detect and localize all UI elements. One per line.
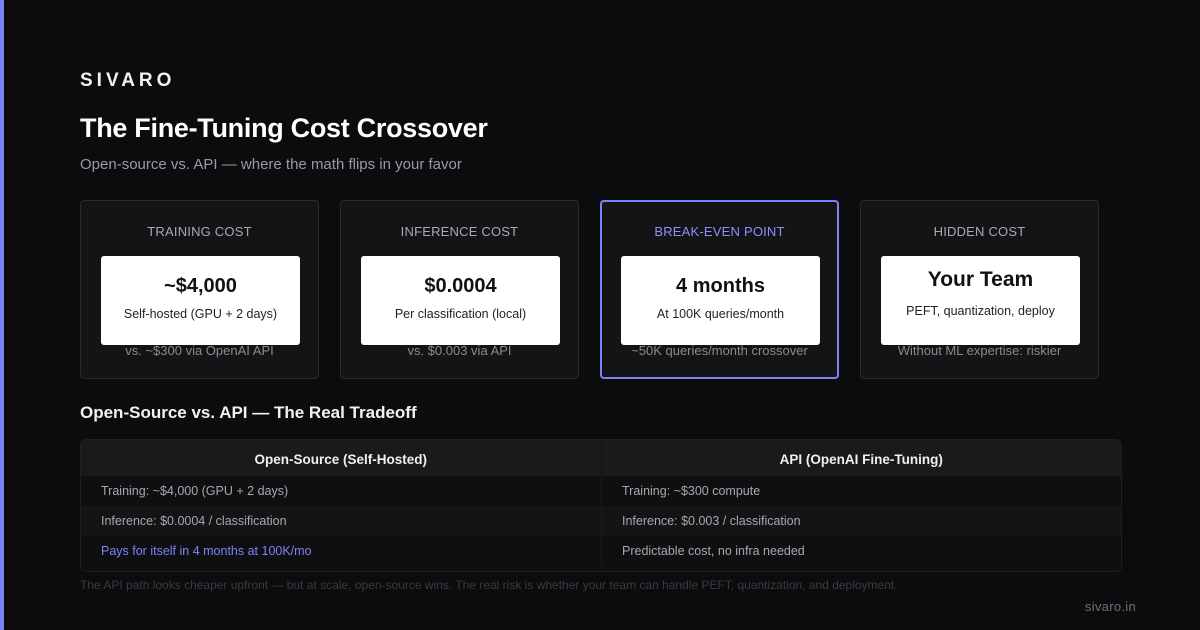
card-value-box: 4 months At 100K queries/month [621,256,820,345]
table-cell: Training: ~$300 compute [601,476,1121,506]
table-row: Pays for itself in 4 months at 100K/mo P… [81,536,1121,566]
card-value: ~$4,000 [164,275,237,297]
table-cell: Inference: $0.003 / classification [601,506,1121,536]
card-value-box: $0.0004 Per classification (local) [361,256,560,345]
table-cell: Predictable cost, no infra needed [601,536,1121,566]
brand-logo: SIVARO [80,70,176,91]
comparison-table: Open-Source (Self-Hosted) API (OpenAI Fi… [80,439,1122,572]
table-header: Open-Source (Self-Hosted) API (OpenAI Fi… [81,440,1121,476]
card-note: vs. $0.003 via API [407,343,512,358]
card-value-box: Your Team PEFT, quantization, deploy [881,256,1080,345]
card-value-box: ~$4,000 Self-hosted (GPU + 2 days) [101,256,300,345]
card-break-even-point: BREAK-EVEN POINT 4 months At 100K querie… [600,200,839,379]
card-label: INFERENCE COST [400,224,519,239]
card-inference-cost: INFERENCE COST $0.0004 Per classificatio… [340,200,579,379]
card-note: ~50K queries/month crossover [631,343,808,358]
card-label: BREAK-EVEN POINT [654,224,785,239]
table-row: Inference: $0.0004 / classification Infe… [81,506,1121,536]
card-training-cost: TRAINING COST ~$4,000 Self-hosted (GPU +… [80,200,319,379]
column-header-api: API (OpenAI Fine-Tuning) [600,440,1122,476]
card-value: Your Team [927,268,1034,291]
card-value: 4 months [676,275,765,297]
card-description: PEFT, quantization, deploy [906,304,1055,318]
table-cell: Training: ~$4,000 (GPU + 2 days) [101,484,289,498]
footnote: The API path looks cheaper upfront — but… [80,578,898,592]
card-hidden-cost: HIDDEN COST Your Team PEFT, quantization… [860,200,1099,379]
table-cell: Inference: $0.0004 / classification [101,514,287,528]
card-description: At 100K queries/month [656,307,785,321]
card-label: TRAINING COST [147,224,252,239]
card-description: Per classification (local) [394,307,527,321]
card-description: Self-hosted (GPU + 2 days) [123,307,278,321]
column-header-open-source: Open-Source (Self-Hosted) [254,452,427,467]
page-title: The Fine-Tuning Cost Crossover [80,113,488,143]
page-subtitle: Open-source vs. API — where the math fli… [80,156,462,173]
card-value: $0.0004 [424,275,497,297]
accent-bar [0,0,4,630]
table-cell-highlight: Pays for itself in 4 months at 100K/mo [101,544,312,558]
footer-url: sivaro.in [1084,599,1136,614]
card-label: HIDDEN COST [933,224,1026,239]
card-note: vs. ~$300 via OpenAI API [125,343,274,358]
table-row: Training: ~$4,000 (GPU + 2 days) Trainin… [81,476,1121,506]
section-title: Open-Source vs. API — The Real Tradeoff [80,403,417,422]
card-note: Without ML expertise: riskier [897,343,1062,358]
